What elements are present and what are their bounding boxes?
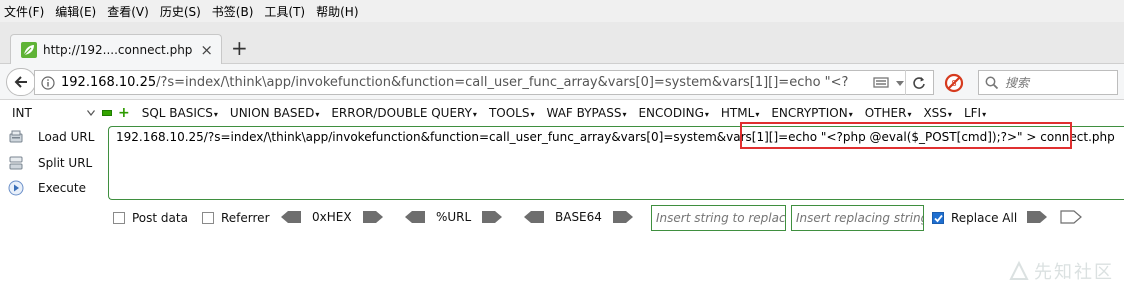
- base64-decode-arrow-icon[interactable]: [523, 210, 545, 224]
- svg-text:S: S: [951, 79, 956, 88]
- url-label: %URL: [436, 210, 472, 224]
- split-url-label: Split URL: [38, 156, 93, 170]
- url-decode-arrow-icon[interactable]: [404, 210, 426, 224]
- post-data-check-box[interactable]: [113, 212, 125, 224]
- replace-left-arrow-icon[interactable]: [1026, 210, 1048, 224]
- menu-waf-bypass[interactable]: WAF BYPASS: [546, 106, 626, 120]
- replace-with-field[interactable]: [791, 205, 924, 231]
- hex-encode-arrow-icon[interactable]: [362, 210, 384, 224]
- reload-button[interactable]: [905, 70, 932, 95]
- chevron-down-icon: [87, 110, 95, 116]
- post-data-checkbox[interactable]: Post data: [113, 211, 188, 225]
- new-tab-button[interactable]: +: [231, 38, 248, 58]
- url-encode-arrow-icon[interactable]: [481, 210, 503, 224]
- execute-button[interactable]: Execute: [8, 180, 86, 196]
- execute-label: Execute: [38, 181, 86, 195]
- replace-all-label: Replace All: [951, 211, 1018, 225]
- noscript-icon[interactable]: S: [944, 73, 964, 93]
- back-button[interactable]: [6, 68, 36, 96]
- menu-view[interactable]: 查看(V): [107, 3, 149, 20]
- leaf-favicon-icon: [21, 42, 37, 58]
- load-url-icon: [9, 130, 23, 143]
- load-url-button[interactable]: Load URL: [8, 129, 94, 145]
- hackbar-options: Post data Referrer 0xHEX %URL BASE64 Ins…: [0, 204, 1124, 232]
- hackbar-toolbar: INT + SQL BASICS UNION BASED ERROR/DOUBL…: [0, 101, 1124, 125]
- referrer-checkbox[interactable]: Referrer: [202, 211, 270, 225]
- tab-connect-php[interactable]: http://192....connect.php ×: [10, 34, 222, 65]
- replace-find-input[interactable]: [656, 211, 785, 225]
- referrer-check-box[interactable]: [202, 212, 214, 224]
- menu-bookmarks[interactable]: 书签(B): [212, 3, 254, 20]
- hackbar-type-value: INT: [12, 106, 32, 120]
- menu-other[interactable]: OTHER: [865, 106, 912, 120]
- hackbar-actions: Load URL Split URL Execute: [0, 126, 106, 206]
- watermark-text: 先知社区: [1034, 262, 1114, 283]
- menu-tools-hb[interactable]: TOOLS: [489, 106, 535, 120]
- split-url-icon: [9, 156, 23, 170]
- load-url-label: Load URL: [38, 130, 95, 144]
- post-data-label: Post data: [132, 211, 188, 225]
- hackbar-menus: SQL BASICS UNION BASED ERROR/DOUBLE QUER…: [142, 106, 998, 120]
- replace-all-checkbox[interactable]: Replace All: [932, 211, 1017, 225]
- url-converter: %URL: [404, 210, 503, 224]
- url-path: /?s=index/\think\app/invokefunction&func…: [156, 75, 849, 90]
- search-bar[interactable]: [978, 70, 1118, 95]
- play-icon: [8, 180, 24, 196]
- replace-with-input[interactable]: [796, 211, 923, 225]
- hackbar-type-select[interactable]: INT: [8, 103, 98, 123]
- menu-bar: 文件(F) 编辑(E) 查看(V) 历史(S) 书签(B) 工具(T) 帮助(H…: [0, 0, 1124, 22]
- hex-converter: 0xHEX: [280, 210, 384, 224]
- hex-label: 0xHEX: [312, 210, 352, 224]
- menu-edit[interactable]: 编辑(E): [55, 3, 96, 20]
- url-domain: 192.168.10.25: [61, 75, 157, 90]
- browser-window: 文件(F) 编辑(E) 查看(V) 历史(S) 书签(B) 工具(T) 帮助(H…: [0, 0, 1124, 287]
- checkmark-icon: [933, 214, 943, 222]
- menu-sql-basics[interactable]: SQL BASICS: [142, 106, 218, 120]
- menu-lfi[interactable]: LFI: [964, 106, 986, 120]
- replace-right-arrow-icon[interactable]: [1060, 210, 1082, 224]
- increase-button[interactable]: +: [118, 106, 130, 120]
- close-tab-icon[interactable]: ×: [200, 41, 213, 59]
- split-url-button[interactable]: Split URL: [8, 155, 92, 171]
- site-watermark: 先知社区: [1008, 258, 1114, 284]
- menu-tools[interactable]: 工具(T): [264, 3, 305, 20]
- search-icon: [985, 76, 999, 89]
- decrease-button[interactable]: [102, 110, 112, 116]
- search-input[interactable]: [1005, 75, 1115, 90]
- back-arrow-icon: [14, 76, 27, 88]
- referrer-label: Referrer: [221, 211, 270, 225]
- menu-encryption[interactable]: ENCRYPTION: [771, 106, 852, 120]
- replace-find-field[interactable]: [651, 205, 786, 231]
- navigation-bar: 192.168.10.25/?s=index/\think\app/invoke…: [0, 64, 1124, 100]
- menu-union-based[interactable]: UNION BASED: [230, 106, 319, 120]
- hex-decode-arrow-icon[interactable]: [280, 210, 302, 224]
- tab-title: http://192....connect.php: [43, 43, 193, 57]
- page-action-icon[interactable]: [873, 76, 891, 90]
- base64-label: BASE64: [555, 210, 602, 224]
- url-bar[interactable]: 192.168.10.25/?s=index/\think\app/invoke…: [34, 70, 934, 95]
- menu-xss[interactable]: XSS: [923, 106, 951, 120]
- menu-help[interactable]: 帮助(H): [316, 3, 358, 20]
- base64-converter: BASE64: [523, 210, 634, 224]
- url-text[interactable]: 192.168.10.25/?s=index/\think\app/invoke…: [61, 75, 873, 90]
- replace-all-check-box[interactable]: [932, 212, 944, 224]
- tab-strip: http://192....connect.php × +: [0, 22, 1124, 65]
- menu-html[interactable]: HTML: [721, 106, 759, 120]
- watermark-logo-icon: [1009, 260, 1029, 280]
- menu-history[interactable]: 历史(S): [160, 3, 201, 20]
- base64-encode-arrow-icon[interactable]: [612, 210, 634, 224]
- dropdown-arrow-icon[interactable]: [895, 78, 905, 88]
- menu-error-double-query[interactable]: ERROR/DOUBLE QUERY: [331, 106, 477, 120]
- menu-encoding[interactable]: ENCODING: [638, 106, 708, 120]
- reload-icon: [913, 76, 925, 89]
- hackbar-url-textarea[interactable]: 192.168.10.25/?s=index/\think\app/invoke…: [108, 126, 1124, 200]
- menu-file[interactable]: 文件(F): [4, 3, 44, 20]
- info-icon[interactable]: [41, 75, 55, 90]
